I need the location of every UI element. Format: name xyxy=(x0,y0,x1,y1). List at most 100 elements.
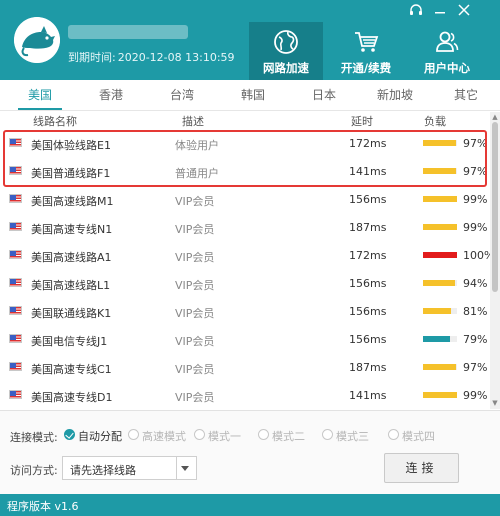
tab-korea[interactable]: 韩国 xyxy=(225,80,281,110)
column-name-header: 线路名称 xyxy=(33,115,77,128)
table-row[interactable]: 美国高速线路A1 VIP会员 172ms 100% xyxy=(0,241,490,269)
us-flag-icon xyxy=(9,306,22,315)
load-bar xyxy=(423,280,457,286)
nav-label: 开通/续费 xyxy=(340,61,392,75)
radio-label: 模式二 xyxy=(272,430,305,443)
table-row[interactable]: 美国普通线路F1 普通用户 141ms 97% xyxy=(0,157,490,185)
line-latency: 187ms xyxy=(349,221,387,234)
line-name: 美国体验线路E1 xyxy=(31,139,111,152)
radio-circle-icon xyxy=(388,429,399,440)
version-text: 程序版本 v1.6 xyxy=(7,500,79,513)
us-flag-icon xyxy=(9,194,22,203)
us-flag-icon xyxy=(9,222,22,231)
us-flag-icon xyxy=(9,138,22,147)
shopping-cart-icon xyxy=(355,32,379,52)
radio-label: 模式三 xyxy=(336,430,369,443)
rat-logo-icon xyxy=(14,17,60,63)
line-name: 美国高速线路A1 xyxy=(31,251,112,264)
table-row[interactable]: 美国高速专线N1 VIP会员 187ms 99% xyxy=(0,213,490,241)
table-row[interactable]: 美国电信专线J1 VIP会员 156ms 79% xyxy=(0,325,490,353)
load-bar xyxy=(423,168,457,174)
line-description: VIP会员 xyxy=(175,279,215,292)
load-bar xyxy=(423,196,457,202)
radio-circle-icon xyxy=(128,429,139,440)
tab-other[interactable]: 其它 xyxy=(438,80,494,110)
line-name: 美国普通线路F1 xyxy=(31,167,111,180)
nav-user-center[interactable]: 用户中心 xyxy=(410,22,484,80)
column-load-header: 负载 xyxy=(424,115,446,128)
table-row[interactable]: 美国高速线路M1 VIP会员 156ms 99% xyxy=(0,185,490,213)
column-desc-header: 描述 xyxy=(182,115,204,128)
us-flag-icon xyxy=(9,250,22,259)
scrollbar[interactable]: ▲ ▼ xyxy=(490,112,500,409)
table-row[interactable]: 美国体验线路E1 体验用户 172ms 97% xyxy=(0,129,490,157)
column-latency-header: 延时 xyxy=(351,115,373,128)
line-latency: 141ms xyxy=(349,389,387,402)
line-description: VIP会员 xyxy=(175,363,215,376)
scroll-down-icon[interactable]: ▼ xyxy=(491,399,499,407)
load-bar xyxy=(423,224,457,230)
tab-hongkong[interactable]: 香港 xyxy=(83,80,139,110)
load-bar xyxy=(423,392,457,398)
headset-icon[interactable] xyxy=(408,3,424,17)
us-flag-icon xyxy=(9,166,22,175)
line-load: 100% xyxy=(463,249,490,262)
us-flag-icon xyxy=(9,278,22,287)
line-description: VIP会员 xyxy=(175,307,215,320)
line-latency: 156ms xyxy=(349,333,387,346)
line-name: 美国电信专线J1 xyxy=(31,335,108,348)
load-bar xyxy=(423,364,457,370)
nav-label: 网路加速 xyxy=(263,61,309,75)
line-latency: 141ms xyxy=(349,165,387,178)
load-bar-fill xyxy=(423,280,455,286)
expire-label: 到期时间: xyxy=(68,51,116,64)
minimize-icon[interactable] xyxy=(432,3,448,17)
close-icon[interactable] xyxy=(456,3,472,17)
load-bar-fill xyxy=(423,392,457,398)
nav-network-accelerate[interactable]: 网路加速 xyxy=(249,22,323,80)
access-method-select[interactable]: 请先选择线路 xyxy=(62,456,197,480)
table-row[interactable]: 美国高速线路L1 VIP会员 156ms 94% xyxy=(0,269,490,297)
tab-taiwan[interactable]: 台湾 xyxy=(154,80,210,110)
access-label: 访问方式: xyxy=(10,464,58,477)
connection-panel: 连接模式: 自动分配 高速模式 模式一 模式二 模式三 模式四 访问方式: 请先… xyxy=(0,410,500,494)
load-bar xyxy=(423,336,457,342)
line-latency: 156ms xyxy=(349,305,387,318)
us-flag-icon xyxy=(9,334,22,343)
line-load: 94% xyxy=(463,277,488,290)
line-description: VIP会员 xyxy=(175,335,215,348)
table-row[interactable]: 美国高速专线D1 VIP会员 141ms 99% xyxy=(0,381,490,409)
line-load: 97% xyxy=(463,361,488,374)
table-row[interactable]: 美国高速专线C1 VIP会员 187ms 97% xyxy=(0,353,490,381)
radio-circle-icon xyxy=(194,429,205,440)
globe-icon xyxy=(274,30,298,54)
radio-label: 高速模式 xyxy=(142,430,186,443)
tab-usa[interactable]: 美国 xyxy=(12,80,68,110)
nav-open-renew[interactable]: 开通/续费 xyxy=(329,22,403,80)
line-load: 97% xyxy=(463,165,488,178)
region-tabs: 美国 香港 台湾 韩国 日本 新加坡 其它 xyxy=(0,80,500,111)
table-row[interactable]: 美国联通线路K1 VIP会员 156ms 81% xyxy=(0,297,490,325)
radio-label: 模式一 xyxy=(208,430,241,443)
line-description: VIP会员 xyxy=(175,251,215,264)
line-description: VIP会员 xyxy=(175,195,215,208)
scroll-thumb[interactable] xyxy=(492,122,498,292)
avatar[interactable] xyxy=(14,17,60,63)
tab-singapore[interactable]: 新加坡 xyxy=(367,80,423,110)
line-description: 普通用户 xyxy=(175,167,219,180)
load-bar-fill xyxy=(423,140,456,146)
load-bar xyxy=(423,140,457,146)
connect-button[interactable]: 连接 xyxy=(384,453,459,483)
nav-label: 用户中心 xyxy=(424,61,470,75)
scroll-up-icon[interactable]: ▲ xyxy=(491,113,499,121)
line-name: 美国高速线路L1 xyxy=(31,279,111,292)
line-name: 美国高速专线D1 xyxy=(31,391,113,404)
load-bar xyxy=(423,252,457,258)
line-load: 81% xyxy=(463,305,488,318)
line-name: 美国高速专线C1 xyxy=(31,363,112,376)
tab-japan[interactable]: 日本 xyxy=(296,80,352,110)
chevron-down-icon[interactable] xyxy=(181,466,189,471)
line-description: 体验用户 xyxy=(175,139,219,152)
line-load: 99% xyxy=(463,193,488,206)
line-list: 美国体验线路E1 体验用户 172ms 97% 美国普通线路F1 普通用户 141ms 97%… xyxy=(0,129,490,409)
